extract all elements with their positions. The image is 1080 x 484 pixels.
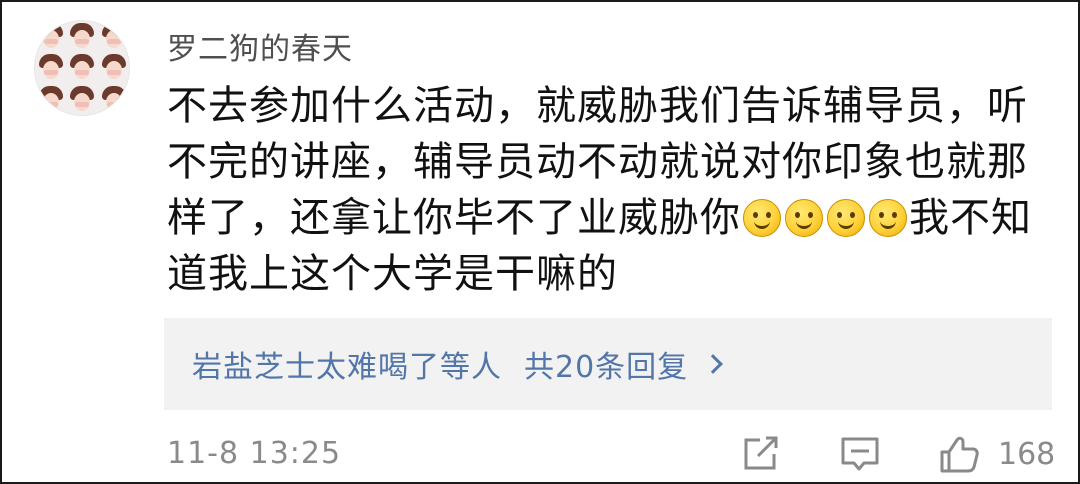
- avatar-tile: [35, 84, 66, 115]
- comment-line: 不完的讲座，辅导员动不动就说对你印象也就那: [167, 139, 1028, 185]
- avatar[interactable]: [34, 20, 130, 116]
- comment-card: 罗二狗的春天 不去参加什么活动，就威胁我们告诉辅导员，听 不完的讲座，辅导员动不…: [0, 0, 1080, 484]
- avatar-tile: [66, 21, 97, 52]
- smile-emoji-icon: [827, 199, 865, 237]
- avatar-tile: [98, 21, 129, 52]
- comment-line: 样了，还拿让你毕不了业威胁你 我不知: [167, 190, 1047, 246]
- chevron-right-icon: [703, 354, 724, 374]
- comment-button[interactable]: [838, 434, 882, 474]
- comment-icon: [841, 437, 879, 471]
- avatar-tile: [66, 84, 97, 115]
- replies-count: 共20条回复: [524, 350, 689, 385]
- share-button[interactable]: [740, 434, 782, 474]
- avatar-tile: [35, 21, 66, 52]
- share-icon: [744, 436, 778, 470]
- replies-from: 岩盐芝士太难喝了等人: [192, 350, 502, 385]
- username[interactable]: 罗二狗的春天: [167, 24, 353, 68]
- comment-line: 道我上这个大学是干嘛的: [167, 251, 618, 297]
- like-button[interactable]: 168: [938, 434, 1055, 474]
- comment-line-text: 样了，还拿让你毕不了业威胁你: [167, 195, 741, 241]
- smile-emoji-icon: [785, 199, 823, 237]
- timestamp: 11-8 13:25: [167, 436, 342, 471]
- smile-emoji-icon: [743, 199, 781, 237]
- comment-text: 不去参加什么活动，就威胁我们告诉辅导员，听 不完的讲座，辅导员动不动就说对你印象…: [167, 78, 1047, 302]
- replies-link[interactable]: 岩盐芝士太难喝了等人 共20条回复: [164, 318, 1052, 410]
- avatar-tile: [35, 52, 66, 83]
- smile-emoji-icon: [869, 199, 907, 237]
- avatar-tile: [98, 84, 129, 115]
- like-count: 168: [998, 436, 1056, 472]
- avatar-tile: [98, 52, 129, 83]
- thumbs-up-icon: [940, 436, 979, 473]
- comment-line: 不去参加什么活动，就威胁我们告诉辅导员，听: [167, 83, 1028, 129]
- comment-line-text: 我不知: [909, 195, 1032, 241]
- avatar-tile: [66, 52, 97, 83]
